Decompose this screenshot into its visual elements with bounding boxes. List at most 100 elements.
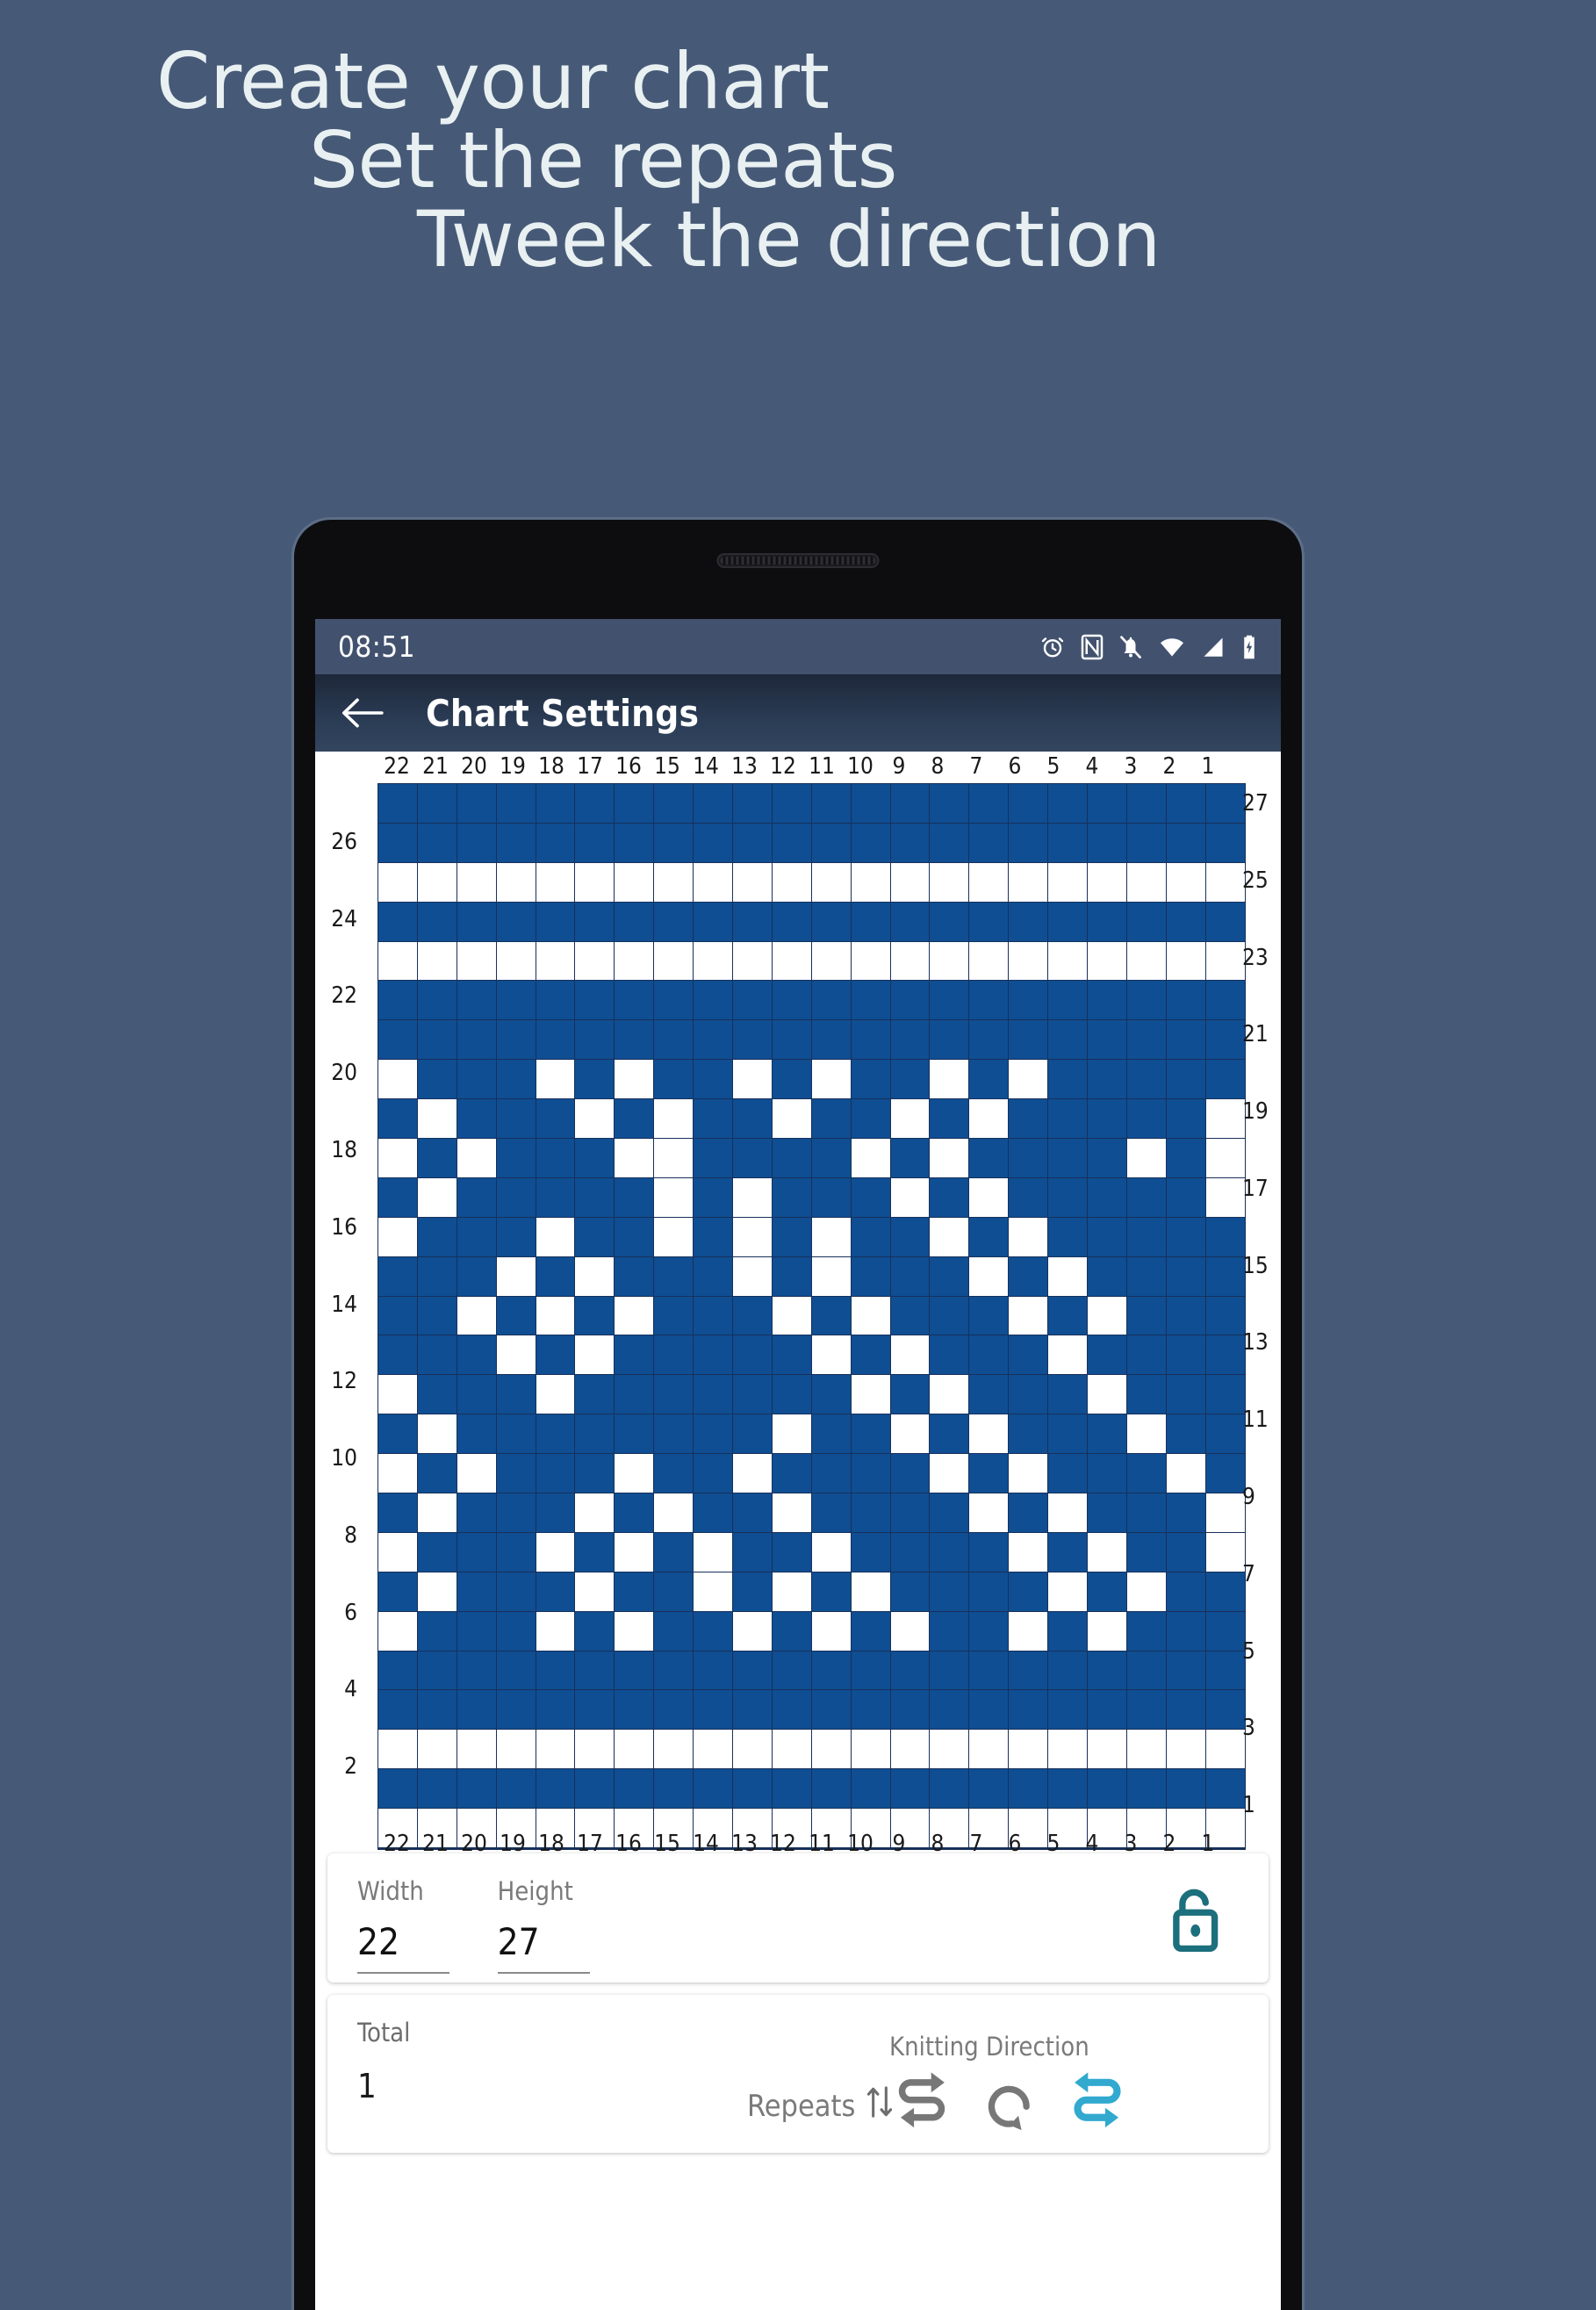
chart-cell[interactable] bbox=[851, 1217, 890, 1256]
chart-cell[interactable] bbox=[496, 862, 536, 902]
chart-cell[interactable] bbox=[536, 1217, 575, 1256]
chart-cell[interactable] bbox=[536, 862, 575, 902]
chart-cell[interactable] bbox=[1009, 1730, 1048, 1769]
chart-cell[interactable] bbox=[733, 1730, 772, 1769]
chart-cell[interactable] bbox=[378, 1020, 417, 1060]
chart-cell[interactable] bbox=[575, 1020, 615, 1060]
chart-cell[interactable] bbox=[890, 1060, 930, 1099]
chart-cell[interactable] bbox=[733, 862, 772, 902]
chart-cell[interactable] bbox=[694, 1454, 733, 1493]
chart-cell[interactable] bbox=[575, 1177, 615, 1217]
chart-cell[interactable] bbox=[496, 823, 536, 862]
chart-cell[interactable] bbox=[1048, 1532, 1088, 1572]
chart-cell[interactable] bbox=[890, 823, 930, 862]
chart-cell[interactable] bbox=[733, 941, 772, 981]
chart-cell[interactable] bbox=[969, 902, 1009, 941]
chart-cell[interactable] bbox=[694, 1651, 733, 1690]
chart-cell[interactable] bbox=[694, 902, 733, 941]
chart-cell[interactable] bbox=[575, 1139, 615, 1177]
chart-cell[interactable] bbox=[378, 823, 417, 862]
chart-cell[interactable] bbox=[1088, 862, 1126, 902]
chart-cell[interactable] bbox=[1126, 1730, 1166, 1769]
chart-cell[interactable] bbox=[1048, 1493, 1088, 1532]
direction-circular-icon[interactable] bbox=[979, 2068, 1040, 2141]
chart-cell[interactable] bbox=[811, 1611, 851, 1651]
chart-cell[interactable] bbox=[654, 1454, 694, 1493]
chart-cell[interactable] bbox=[1048, 1335, 1088, 1375]
chart-cell[interactable] bbox=[772, 1099, 811, 1139]
chart-cell[interactable] bbox=[457, 1020, 496, 1060]
chart-cell[interactable] bbox=[772, 1572, 811, 1611]
chart-cell[interactable] bbox=[417, 1651, 457, 1690]
chart-cell[interactable] bbox=[1009, 862, 1048, 902]
chart-cell[interactable] bbox=[536, 1730, 575, 1769]
chart-cell[interactable] bbox=[417, 1730, 457, 1769]
chart-cell[interactable] bbox=[1088, 823, 1126, 862]
chart-cell[interactable] bbox=[772, 784, 811, 823]
chart-cell[interactable] bbox=[890, 1177, 930, 1217]
chart-cell[interactable] bbox=[1088, 1769, 1126, 1809]
chart-cell[interactable] bbox=[496, 1690, 536, 1730]
chart-cell[interactable] bbox=[694, 1060, 733, 1099]
chart-cell[interactable] bbox=[890, 1730, 930, 1769]
width-field[interactable]: Width 22 bbox=[357, 1876, 449, 1974]
chart-cell[interactable] bbox=[851, 1020, 890, 1060]
chart-cell[interactable] bbox=[1088, 784, 1126, 823]
chart-cell[interactable] bbox=[930, 1020, 969, 1060]
chart-cell[interactable] bbox=[417, 1335, 457, 1375]
chart-cell[interactable] bbox=[1126, 1375, 1166, 1414]
chart-cell[interactable] bbox=[969, 1611, 1009, 1651]
chart-cell[interactable] bbox=[1088, 981, 1126, 1020]
chart-cell[interactable] bbox=[1048, 1217, 1088, 1256]
repeats-control[interactable]: Repeats bbox=[747, 2083, 895, 2129]
chart-cell[interactable] bbox=[1009, 1611, 1048, 1651]
chart-cell[interactable] bbox=[457, 1769, 496, 1809]
chart-cell[interactable] bbox=[694, 1177, 733, 1217]
chart-cell[interactable] bbox=[890, 902, 930, 941]
chart-cell[interactable] bbox=[378, 1572, 417, 1611]
chart-cell[interactable] bbox=[575, 1256, 615, 1296]
chart-cell[interactable] bbox=[1126, 1296, 1166, 1335]
chart-cell[interactable] bbox=[654, 1493, 694, 1532]
chart-cell[interactable] bbox=[1088, 1690, 1126, 1730]
chart-cell[interactable] bbox=[851, 823, 890, 862]
chart-cell[interactable] bbox=[694, 981, 733, 1020]
chart-cell[interactable] bbox=[811, 1730, 851, 1769]
chart-cell[interactable] bbox=[851, 1060, 890, 1099]
chart-cell[interactable] bbox=[1088, 1375, 1126, 1414]
chart-cell[interactable] bbox=[536, 1139, 575, 1177]
chart-cell[interactable] bbox=[654, 1375, 694, 1414]
chart-cell[interactable] bbox=[575, 862, 615, 902]
chart-cell[interactable] bbox=[733, 1532, 772, 1572]
chart-cell[interactable] bbox=[536, 1375, 575, 1414]
chart-cell[interactable] bbox=[772, 1177, 811, 1217]
chart-cell[interactable] bbox=[378, 1099, 417, 1139]
chart-cell[interactable] bbox=[733, 981, 772, 1020]
chart-cell[interactable] bbox=[536, 1454, 575, 1493]
chart-cell[interactable] bbox=[1048, 1730, 1088, 1769]
chart-cell[interactable] bbox=[890, 1335, 930, 1375]
chart-cell[interactable] bbox=[575, 1532, 615, 1572]
chart-cell[interactable] bbox=[694, 1414, 733, 1454]
chart-cell[interactable] bbox=[615, 1690, 654, 1730]
chart-cell[interactable] bbox=[1048, 1020, 1088, 1060]
chart-cell[interactable] bbox=[694, 1256, 733, 1296]
chart-cell[interactable] bbox=[811, 1099, 851, 1139]
chart-cell[interactable] bbox=[1009, 784, 1048, 823]
chart-cell[interactable] bbox=[969, 1454, 1009, 1493]
chart-cell[interactable] bbox=[1126, 1493, 1166, 1532]
chart-cell[interactable] bbox=[890, 1493, 930, 1532]
direction-boustrophedon-left-icon[interactable] bbox=[1061, 2065, 1133, 2144]
chart-cell[interactable] bbox=[1126, 1690, 1166, 1730]
chart-cell[interactable] bbox=[457, 1335, 496, 1375]
chart-cell[interactable] bbox=[457, 1177, 496, 1217]
chart-cell[interactable] bbox=[496, 1572, 536, 1611]
chart-cell[interactable] bbox=[1126, 1099, 1166, 1139]
chart-cell[interactable] bbox=[378, 941, 417, 981]
chart-cell[interactable] bbox=[851, 1611, 890, 1651]
chart-cell[interactable] bbox=[1166, 981, 1205, 1020]
chart-cell[interactable] bbox=[811, 1020, 851, 1060]
chart-cell[interactable] bbox=[969, 1020, 1009, 1060]
chart-cell[interactable] bbox=[378, 1217, 417, 1256]
chart-cell[interactable] bbox=[1166, 1099, 1205, 1139]
